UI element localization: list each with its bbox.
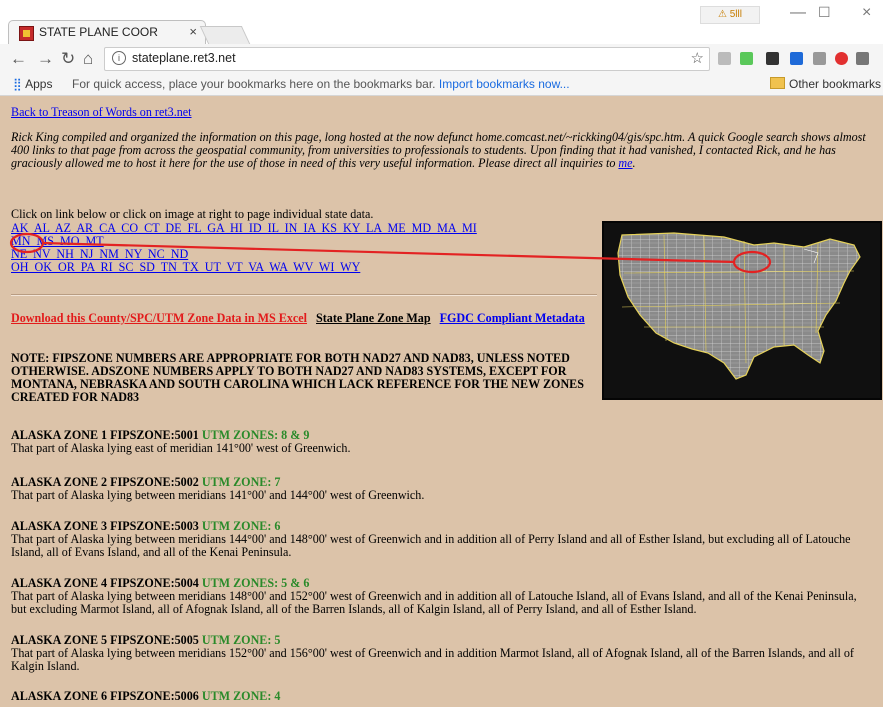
- zone-heading: ALASKA ZONE 5 FIPSZONE:5005: [11, 633, 199, 647]
- zone-heading: ALASKA ZONE 3 FIPSZONE:5003: [11, 519, 199, 533]
- zone-utm: UTM ZONES: 5 & 6: [201, 576, 310, 590]
- other-bookmarks-label: Other bookmarks: [789, 77, 882, 91]
- apps-grid-icon: ⣿: [13, 77, 26, 91]
- hint-text: For quick access, place your bookmarks h…: [72, 77, 436, 91]
- intro-paragraph: Rick King compiled and organized the inf…: [11, 131, 873, 170]
- zone-utm: UTM ZONE: 7: [201, 475, 281, 489]
- tab-close-icon[interactable]: ×: [189, 24, 197, 39]
- zone-entry: ALASKA ZONE 6 FIPSZONE:5006 UTM ZONE: 4: [11, 690, 873, 703]
- zone-utm: UTM ZONES: 8 & 9: [201, 428, 310, 442]
- warning-badge[interactable]: ⚠ 5lll: [700, 6, 760, 24]
- zone-utm: UTM ZONE: 4: [201, 689, 281, 703]
- download-excel-link[interactable]: Download this County/SPC/UTM Zone Data i…: [11, 311, 307, 325]
- extension-icon-5[interactable]: [813, 52, 826, 65]
- browser-chrome: STATE PLANE COOR × ⚠ 5lll — ☐ × ← → ↻ ⌂ …: [0, 0, 883, 96]
- contact-link[interactable]: me: [618, 156, 632, 170]
- intro-end: .: [632, 156, 636, 170]
- home-icon[interactable]: ⌂: [83, 49, 93, 69]
- navigation-toolbar: ← → ↻ ⌂ i stateplane.ret3.net ☆: [0, 44, 883, 75]
- zone-utm: UTM ZONE: 5: [201, 633, 281, 647]
- zone-entry: ALASKA ZONE 5 FIPSZONE:5005 UTM ZONE: 5 …: [11, 634, 873, 673]
- us-map-graphic: [604, 223, 880, 398]
- zone-description: That part of Alaska lying between meridi…: [11, 488, 425, 502]
- extension-icon-3[interactable]: [766, 52, 779, 65]
- fipszone-note: NOTE: FIPSZONE NUMBERS ARE APPROPRIATE F…: [11, 351, 584, 404]
- click-instructions: Click on link below or click on image at…: [11, 207, 374, 221]
- zone-description: That part of Alaska lying east of meridi…: [11, 441, 351, 455]
- import-bookmarks-link[interactable]: Import bookmarks now...: [439, 77, 570, 91]
- zone-description: That part of Alaska lying between meridi…: [11, 532, 851, 559]
- zone-description: That part of Alaska lying between meridi…: [11, 646, 854, 673]
- bookmarks-hint: For quick access, place your bookmarks h…: [72, 77, 570, 91]
- forward-arrow-icon[interactable]: →: [37, 49, 54, 69]
- back-link[interactable]: Back to Treason of Words on ret3.net: [11, 105, 192, 119]
- extension-icon-7[interactable]: [856, 52, 869, 65]
- info-icon[interactable]: i: [112, 51, 126, 65]
- bookmark-star-icon[interactable]: ☆: [691, 49, 704, 67]
- folder-icon: [770, 77, 785, 89]
- extension-icon-1[interactable]: [718, 52, 731, 65]
- state-links-row-3[interactable]: NE NV NH NJ NM NY NC ND: [11, 247, 188, 261]
- fgdc-metadata-link[interactable]: FGDC Compliant Metadata: [440, 311, 585, 325]
- state-plane-map-image[interactable]: [602, 221, 882, 400]
- extension-icon-2[interactable]: [740, 52, 753, 65]
- zone-heading: ALASKA ZONE 4 FIPSZONE:5004: [11, 576, 199, 590]
- tab-state-plane[interactable]: STATE PLANE COOR ×: [8, 20, 206, 45]
- state-links: AK AL AZ AR CA CO CT DE FL GA HI ID IL I…: [11, 222, 551, 274]
- zone-utm: UTM ZONE: 6: [201, 519, 281, 533]
- zone-entry: ALASKA ZONE 1 FIPSZONE:5001 UTM ZONES: 8…: [11, 429, 873, 455]
- tab-title: STATE PLANE COOR: [39, 25, 158, 39]
- bookmarks-bar: ⣿ Apps For quick access, place your book…: [0, 74, 883, 96]
- address-bar[interactable]: i stateplane.ret3.net ☆: [104, 47, 710, 71]
- zone-entry: ALASKA ZONE 4 FIPSZONE:5004 UTM ZONES: 5…: [11, 577, 873, 616]
- divider: [11, 294, 597, 296]
- minimize-icon[interactable]: —: [790, 4, 806, 22]
- back-arrow-icon[interactable]: ←: [10, 49, 27, 69]
- intro-text: Rick King compiled and organized the inf…: [11, 130, 866, 170]
- maximize-icon[interactable]: ☐: [818, 4, 831, 21]
- favicon-icon: [19, 26, 34, 41]
- zone-map-link[interactable]: State Plane Zone Map: [316, 311, 431, 325]
- state-links-row-4[interactable]: OH OK OR PA RI SC SD TN TX UT VT VA WA W…: [11, 260, 360, 274]
- extension-icon-4[interactable]: [790, 52, 803, 65]
- tab-strip: STATE PLANE COOR × ⚠ 5lll — ☐ ×: [0, 0, 883, 45]
- zone-heading: ALASKA ZONE 6 FIPSZONE:5006: [11, 689, 199, 703]
- window-close-icon[interactable]: ×: [862, 4, 871, 22]
- download-links: Download this County/SPC/UTM Zone Data i…: [11, 312, 611, 325]
- apps-label: Apps: [25, 77, 53, 91]
- new-tab-button[interactable]: [199, 26, 251, 44]
- state-links-row-2[interactable]: MN MS MO MT: [11, 234, 104, 248]
- other-bookmarks[interactable]: Other bookmarks: [770, 77, 881, 91]
- extension-icon-6[interactable]: [835, 52, 848, 65]
- reload-icon[interactable]: ↻: [61, 49, 75, 69]
- url-text[interactable]: stateplane.ret3.net: [132, 51, 236, 65]
- apps-shortcut[interactable]: ⣿ Apps: [13, 77, 52, 91]
- zone-heading: ALASKA ZONE 2 FIPSZONE:5002: [11, 475, 199, 489]
- zone-description: That part of Alaska lying between meridi…: [11, 589, 857, 616]
- state-links-row-1[interactable]: AK AL AZ AR CA CO CT DE FL GA HI ID IL I…: [11, 221, 477, 235]
- zone-heading: ALASKA ZONE 1 FIPSZONE:5001: [11, 428, 199, 442]
- zone-entry: ALASKA ZONE 2 FIPSZONE:5002 UTM ZONE: 7 …: [11, 476, 873, 502]
- zone-entry: ALASKA ZONE 3 FIPSZONE:5003 UTM ZONE: 6 …: [11, 520, 873, 559]
